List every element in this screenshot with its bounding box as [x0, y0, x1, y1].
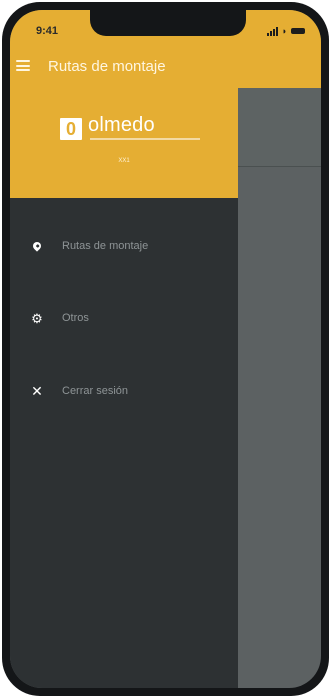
user-label: XX1: [118, 158, 130, 164]
brand-logo-text: olmedo: [88, 114, 155, 136]
status-bar: 9:41 ◗: [10, 10, 321, 48]
location-pin-icon: [30, 239, 44, 253]
app-screen: 9:41 ◗ Rutas de montaje 0 olmedo XX1 Rut…: [10, 10, 321, 688]
drawer-item-label: Cerrar sesión: [62, 385, 129, 397]
drawer-header: 0 olmedo XX1: [10, 88, 238, 198]
phone-frame: 9:41 ◗ Rutas de montaje 0 olmedo XX1 Rut…: [2, 2, 329, 696]
drawer-item-otros[interactable]: ⚙ Otros: [10, 300, 238, 336]
app-bar: Rutas de montaje: [10, 48, 321, 88]
status-time: 9:41: [36, 25, 59, 37]
close-icon: ✕: [31, 383, 43, 399]
drawer-item-label: Otros: [62, 312, 89, 324]
signal-icon: [266, 26, 278, 36]
drawer-item-cerrar-sesion[interactable]: ✕ Cerrar sesión: [10, 373, 238, 409]
drawer-item-rutas-de-montaje[interactable]: Rutas de montaje: [10, 228, 238, 264]
drawer-item-label: Rutas de montaje: [62, 240, 149, 252]
page-title: Rutas de montaje: [48, 58, 166, 75]
brand-logo-mark: 0: [60, 118, 82, 140]
device-notch: [90, 10, 246, 36]
wifi-icon: ◗: [281, 26, 287, 36]
battery-icon: [291, 28, 305, 34]
hamburger-menu-icon[interactable]: [16, 60, 30, 71]
logo-glyph: 0: [65, 119, 76, 139]
logo-tagline: [90, 138, 200, 140]
scrim-overlay[interactable]: [238, 88, 321, 167]
gear-icon: ⚙: [31, 310, 43, 326]
navigation-drawer: 0 olmedo XX1 Rutas de montaje ⚙ Otros ✕ …: [10, 88, 238, 688]
status-icons: ◗: [266, 26, 305, 36]
